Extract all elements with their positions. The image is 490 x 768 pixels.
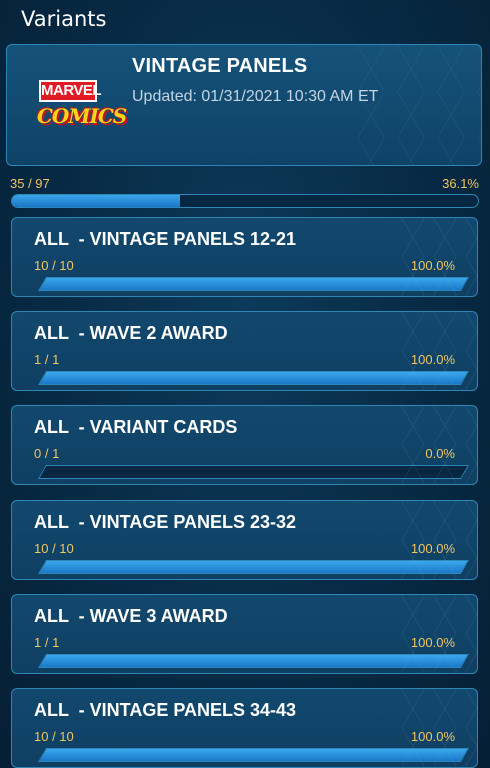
overall-progress-percent: 36.1%	[442, 176, 479, 191]
group-progress-percent: 100.0%	[410, 352, 455, 367]
group-title: ALL - VINTAGE PANELS 23-32	[34, 512, 297, 532]
group-progress-bar	[37, 371, 470, 385]
collection-group-card[interactable]: ALL - VINTAGE PANELS 23-32 10 / 10 100.0%	[11, 500, 478, 580]
group-progress-fill	[39, 372, 468, 384]
group-progress-fill	[39, 278, 468, 290]
group-progress-percent: 100.0%	[410, 258, 455, 273]
group-progress-count: 1 / 1	[34, 635, 60, 650]
group-progress-count: 1 / 1	[34, 352, 60, 367]
logo-marvel-text: MARVEL	[39, 80, 102, 102]
group-progress-percent: 100.0%	[410, 729, 455, 744]
marvel-comics-logo: MARVEL COMICS	[37, 80, 127, 134]
group-progress-fill	[39, 655, 468, 667]
collection-group-card[interactable]: ALL - VINTAGE PANELS 34-43 10 / 10 100.0%	[11, 688, 478, 768]
group-progress-fill	[39, 466, 47, 478]
group-progress-count: 0 / 1	[34, 446, 60, 461]
group-title: ALL - VINTAGE PANELS 12-21	[34, 229, 297, 249]
group-progress-count: 10 / 10	[34, 541, 74, 556]
group-progress-bar	[37, 277, 470, 291]
group-progress-bar	[37, 654, 470, 668]
group-progress-percent: 100.0%	[410, 635, 455, 650]
collection-title: VINTAGE PANELS	[132, 55, 308, 77]
group-progress-fill	[39, 749, 468, 761]
logo-comics-text: COMICS	[37, 104, 127, 128]
group-title: ALL - WAVE 2 AWARD	[34, 323, 228, 343]
overall-progress-fill	[12, 195, 181, 207]
group-title: ALL - VINTAGE PANELS 34-43	[34, 700, 297, 720]
collection-group-card[interactable]: ALL - WAVE 3 AWARD 1 / 1 100.0%	[11, 594, 478, 674]
group-title: ALL - VARIANT CARDS	[34, 417, 238, 437]
page-title: Variants	[21, 7, 107, 31]
group-progress-fill	[39, 561, 468, 573]
collection-header-card[interactable]: MARVEL COMICS VINTAGE PANELS Updated: 01…	[6, 44, 482, 166]
updated-timestamp: Updated: 01/31/2021 10:30 AM ET	[132, 88, 379, 105]
group-progress-percent: 0.0%	[425, 446, 455, 461]
collection-group-card[interactable]: ALL - WAVE 2 AWARD 1 / 1 100.0%	[11, 311, 478, 391]
group-progress-count: 10 / 10	[34, 729, 74, 744]
collection-group-card[interactable]: ALL - VINTAGE PANELS 12-21 10 / 10 100.0%	[11, 217, 478, 297]
group-progress-percent: 100.0%	[410, 541, 455, 556]
overall-progress-count: 35 / 97	[10, 176, 50, 191]
collection-group-card[interactable]: ALL - VARIANT CARDS 0 / 1 0.0%	[11, 405, 478, 485]
group-progress-count: 10 / 10	[34, 258, 74, 273]
group-progress-bar	[37, 560, 470, 574]
overall-progress-bar	[11, 194, 479, 208]
group-progress-bar	[37, 465, 470, 479]
group-title: ALL - WAVE 3 AWARD	[34, 606, 228, 626]
group-progress-bar	[37, 748, 470, 762]
